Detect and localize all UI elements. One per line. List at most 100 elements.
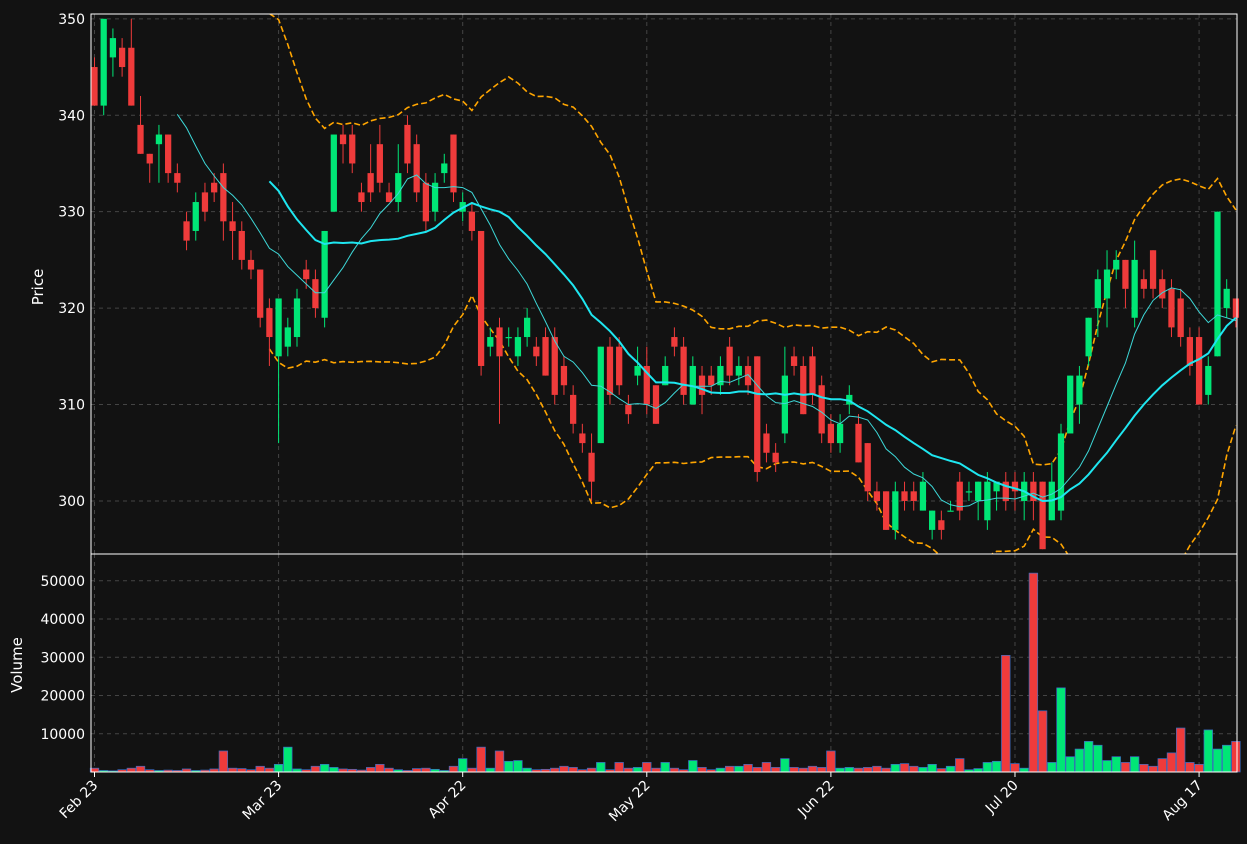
x-tick-labels: Feb 23 Mar 23 Apr 22 May 22 Jun 22 Jul 20 Aug … <box>57 772 1206 825</box>
candle-body <box>735 365 742 376</box>
candle-body <box>579 433 586 444</box>
volume-bar <box>476 746 486 773</box>
upper-band-line <box>268 14 1237 466</box>
volume-bar <box>651 767 661 773</box>
candle-body <box>616 346 623 386</box>
candle-body <box>1232 298 1240 318</box>
candle-body <box>155 134 163 145</box>
candle-body <box>404 124 411 164</box>
volume-bar <box>264 767 275 773</box>
candle-body <box>634 365 641 376</box>
candle-body <box>293 298 301 338</box>
candle-body <box>652 385 660 424</box>
volume-tick-label: 30000 <box>40 650 85 666</box>
candle-body <box>763 433 770 453</box>
candle-body <box>560 365 568 386</box>
volume-bar <box>835 767 845 773</box>
candle-body <box>266 308 273 338</box>
candle-body <box>477 230 485 366</box>
volume-bar <box>936 768 946 773</box>
price-axis-label: Price <box>29 269 47 306</box>
volume-bar <box>568 767 578 773</box>
volume-bar <box>375 764 385 773</box>
candle-body <box>533 346 540 357</box>
candle-body <box>606 346 614 395</box>
candle-body <box>597 346 604 444</box>
volume-bar <box>522 767 532 773</box>
volume-bar <box>890 764 900 773</box>
candle-body <box>901 491 908 501</box>
volume-bar <box>504 760 514 773</box>
date-tick-label: Jun 22 <box>794 778 837 821</box>
volume-bar <box>1065 756 1075 773</box>
volume-bar <box>715 767 726 773</box>
volume-bar <box>135 765 146 773</box>
candle-body <box>910 491 917 501</box>
candle-body <box>201 192 209 212</box>
volume-bar <box>586 767 597 773</box>
volume-bar <box>255 765 265 773</box>
volume-bar <box>513 760 523 773</box>
candle-body <box>257 269 264 318</box>
candle-body <box>975 481 982 501</box>
candle-body <box>100 18 107 106</box>
candle-body <box>238 230 245 260</box>
volume-bar <box>365 767 376 773</box>
candle-body <box>165 134 172 174</box>
volume-bar <box>1129 756 1140 773</box>
volume-bar <box>310 765 321 773</box>
candle-body <box>698 375 706 395</box>
volume-bar <box>1028 572 1039 773</box>
volume-bar <box>550 767 560 773</box>
candle-body <box>919 481 927 511</box>
candle-body <box>790 356 798 366</box>
candle-body <box>1067 375 1074 434</box>
volume-bar <box>798 767 808 773</box>
candle-body <box>275 298 282 357</box>
candle-body <box>330 134 337 212</box>
volume-bar <box>734 765 744 773</box>
candle-body <box>1057 433 1065 511</box>
volume-bar <box>237 768 247 773</box>
candle-body <box>772 452 779 463</box>
volume-bar <box>319 764 330 773</box>
volume-bar <box>955 758 965 773</box>
volume-bar <box>283 746 293 773</box>
volume-bar <box>724 765 735 773</box>
y-tick-labels: 300 310 320 330 340 350 10000 20000 30000 40000 50… <box>40 12 85 743</box>
volume-bar <box>807 765 818 773</box>
candle-body <box>376 144 383 183</box>
candle-body <box>1140 279 1147 289</box>
volume-bar <box>642 762 652 773</box>
volume-bar <box>761 762 772 773</box>
candle-body <box>929 510 936 530</box>
volume-bar <box>688 760 698 773</box>
candle-body <box>625 404 632 415</box>
volume-bar <box>421 767 431 773</box>
volume-bar <box>1047 762 1057 773</box>
price-candles <box>91 18 1240 550</box>
candle-body <box>836 423 844 444</box>
volume-bar <box>1166 752 1177 773</box>
volume-bar <box>559 765 569 773</box>
candle-body <box>1122 259 1129 289</box>
date-tick-label: Mar 23 <box>240 778 286 824</box>
date-tick-label: Jul 20 <box>982 778 1022 818</box>
candle-body <box>1168 288 1175 328</box>
volume-bar <box>596 762 606 773</box>
candle-body <box>468 211 476 231</box>
candle-body <box>892 491 899 530</box>
candlestick-chart: 300 310 320 330 340 350 10000 20000 30000 40000 50… <box>8 12 1241 825</box>
volume-bar <box>632 767 643 773</box>
volume-bar <box>697 767 707 773</box>
volume-tick-label: 10000 <box>40 727 85 743</box>
candle-body <box>570 394 577 424</box>
candle-body <box>818 385 825 434</box>
volume-bar <box>623 767 634 773</box>
candle-body <box>809 356 816 395</box>
candle-body <box>965 491 973 493</box>
candle-body <box>882 491 890 530</box>
volume-bar <box>458 758 468 773</box>
candle-body <box>938 520 945 530</box>
candle-body <box>1223 288 1230 309</box>
